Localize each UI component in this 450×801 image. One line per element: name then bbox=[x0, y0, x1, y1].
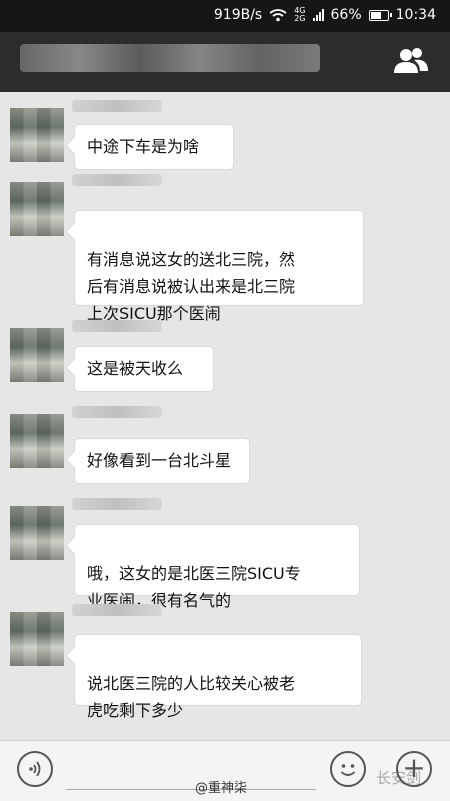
more-button[interactable]: + bbox=[396, 751, 432, 787]
voice-icon bbox=[29, 761, 41, 777]
message-bubble[interactable]: 中途下车是为啥 bbox=[74, 124, 234, 170]
wifi-icon bbox=[269, 9, 287, 22]
battery-icon bbox=[368, 9, 392, 21]
message-bubble[interactable]: 有消息说这女的送北三院，然 后有消息说被认出来是北三院 上次SICU那个医闹 bbox=[74, 210, 364, 323]
avatar[interactable] bbox=[10, 328, 64, 382]
network-speed: 919B/s bbox=[213, 7, 263, 23]
status-bar: 919B/s 4G 2G 66% 10:34 bbox=[0, 0, 450, 32]
message-bubble[interactable]: 说北医三院的人比较关心被老 虎吃剩下多少 bbox=[74, 634, 362, 720]
voice-button[interactable] bbox=[17, 751, 53, 787]
message-input[interactable] bbox=[66, 789, 316, 790]
plus-icon: + bbox=[402, 751, 426, 784]
message-bubble[interactable]: 这是被天收么 bbox=[74, 346, 214, 392]
watermark-weibo: @重神柒 bbox=[195, 781, 248, 796]
avatar[interactable] bbox=[10, 108, 64, 162]
emoji-button[interactable] bbox=[330, 751, 366, 787]
group-people-icon[interactable] bbox=[394, 46, 428, 74]
message-text: 好像看到一台北斗星 bbox=[87, 451, 232, 470]
message-text: 这是被天收么 bbox=[87, 359, 184, 378]
message-text: 有消息说这女的送北三院，然 后有消息说被认出来是北三院 上次SICU那个医闹 bbox=[87, 250, 296, 323]
sender-name bbox=[72, 100, 162, 112]
avatar[interactable] bbox=[10, 182, 64, 236]
emoji-icon bbox=[340, 764, 356, 776]
input-bar: @重神柒 长安剑 + bbox=[0, 740, 450, 801]
sender-name bbox=[72, 320, 162, 332]
chat-title bbox=[20, 44, 320, 72]
chat-list[interactable]: 中途下车是为啥 有消息说这女的送北三院，然 后有消息说被认出来是北三院 上次SI… bbox=[0, 92, 450, 740]
network-type: 4G 2G bbox=[294, 6, 306, 23]
avatar[interactable] bbox=[10, 612, 64, 666]
message-text: 说北医三院的人比较关心被老 虎吃剩下多少 bbox=[87, 674, 296, 720]
signal-icon bbox=[312, 9, 324, 21]
chat-header bbox=[0, 32, 450, 92]
sender-name bbox=[72, 604, 162, 616]
avatar[interactable] bbox=[10, 506, 64, 560]
sender-name bbox=[72, 406, 162, 418]
avatar[interactable] bbox=[10, 414, 64, 468]
message-text: 中途下车是为啥 bbox=[87, 137, 200, 156]
clock: 10:34 bbox=[395, 7, 436, 23]
message-bubble[interactable]: 好像看到一台北斗星 bbox=[74, 438, 250, 484]
sender-name bbox=[72, 174, 162, 186]
message-bubble[interactable]: 哦，这女的是北医三院SICU专 业医闹，很有名气的 bbox=[74, 524, 360, 610]
battery-percent: 66% bbox=[330, 7, 362, 23]
sender-name bbox=[72, 498, 162, 510]
